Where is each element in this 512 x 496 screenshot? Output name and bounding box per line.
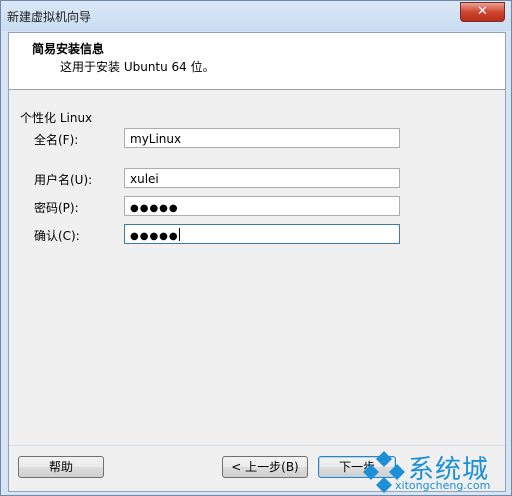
watermark-url: xitongcheng.com bbox=[395, 479, 491, 492]
page-title: 简易安装信息 bbox=[32, 42, 105, 56]
page-subtitle: 这用于安装 Ubuntu 64 位。 bbox=[60, 60, 215, 74]
window-title: 新建虚拟机向导 bbox=[7, 10, 92, 24]
confirm-value: ●●●●● bbox=[130, 231, 179, 242]
fullname-label: 全名(F): bbox=[34, 133, 79, 147]
section-label: 个性化 Linux bbox=[20, 111, 93, 125]
username-field[interactable]: xulei bbox=[124, 168, 400, 188]
title-bar[interactable]: 新建虚拟机向导 ✕ bbox=[1, 1, 511, 31]
confirm-password-field[interactable]: ●●●●● bbox=[124, 224, 400, 244]
wizard-header: 简易安装信息 这用于安装 Ubuntu 64 位。 bbox=[9, 33, 505, 90]
wizard-window: 新建虚拟机向导 ✕ 简易安装信息 这用于安装 Ubuntu 64 位。 个性化 … bbox=[0, 0, 512, 496]
close-icon: ✕ bbox=[477, 4, 488, 19]
password-label: 密码(P): bbox=[34, 201, 79, 215]
confirm-label: 确认(C): bbox=[34, 229, 80, 243]
password-value: ●●●●● bbox=[130, 203, 179, 214]
wizard-body: 简易安装信息 这用于安装 Ubuntu 64 位。 个性化 Linux 全名(F… bbox=[8, 32, 506, 492]
username-label: 用户名(U): bbox=[34, 173, 93, 187]
help-button[interactable]: 帮助 bbox=[18, 456, 104, 478]
close-button[interactable]: ✕ bbox=[460, 2, 505, 22]
watermark-logo: 系统城 xitongcheng.com bbox=[361, 449, 511, 495]
footer-divider bbox=[9, 445, 505, 446]
text-caret bbox=[178, 228, 180, 241]
fullname-value: myLinux bbox=[130, 132, 182, 146]
password-field[interactable]: ●●●●● bbox=[124, 196, 400, 216]
back-button[interactable]: < 上一步(B) bbox=[222, 456, 308, 478]
fullname-field[interactable]: myLinux bbox=[124, 128, 400, 148]
username-value: xulei bbox=[130, 172, 159, 186]
